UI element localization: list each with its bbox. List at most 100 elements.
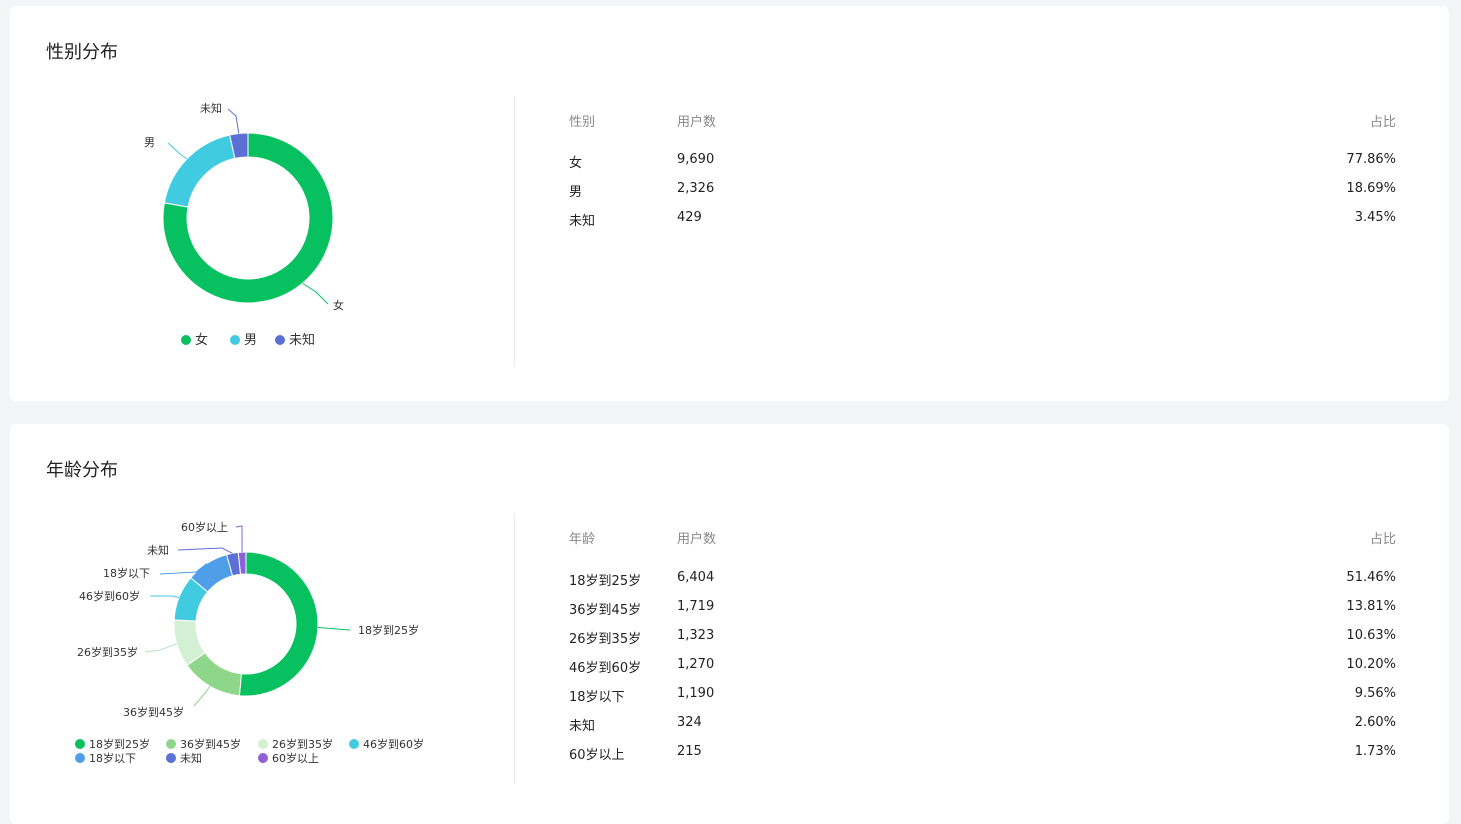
age-table: 年龄 用户数 占比 18岁到25岁 6,404 51.46% 36岁到45岁 1… [569, 528, 1396, 773]
age-table-header: 年龄 用户数 占比 [569, 528, 1396, 570]
label-line [317, 626, 351, 631]
gender-header-col3: 占比 [1369, 115, 1396, 130]
table-row: 未知 324 2.60% [569, 715, 1396, 744]
age-divider [514, 514, 515, 784]
label-line [227, 108, 240, 134]
table-row: 男 2,326 18.69% [569, 181, 1396, 210]
row-name: 未知 [569, 719, 596, 734]
row-share: 10.20% [1346, 657, 1396, 672]
age-donut-chart: 18岁到25岁36岁到45岁26岁到35岁46岁到60岁18岁以下未知60岁以上… [75, 520, 424, 765]
row-name: 36岁到45岁 [569, 603, 642, 618]
label-line [177, 547, 233, 554]
row-share: 10.63% [1346, 628, 1396, 643]
slice-label: 18岁以下 [103, 566, 150, 580]
row-users: 1,719 [677, 599, 715, 614]
legend-label: 46岁到60岁 [363, 737, 424, 751]
slice-label: 未知 [147, 543, 169, 557]
row-share: 77.86% [1346, 152, 1396, 167]
gender-table: 性别 用户数 占比 女 9,690 77.86% 男 2,326 18.69% … [569, 111, 1396, 239]
legend-item[interactable]: 18岁以下 [75, 751, 136, 765]
row-users: 6,404 [677, 570, 715, 585]
legend-dot-icon [230, 335, 240, 345]
legend-item[interactable]: 26岁到35岁 [258, 737, 333, 751]
table-row: 未知 429 3.45% [569, 210, 1396, 239]
donut-slice[interactable] [163, 134, 236, 208]
legend-label: 36岁到45岁 [180, 737, 241, 751]
label-line [193, 686, 211, 707]
label-line [144, 643, 177, 653]
row-share: 1.73% [1354, 744, 1396, 759]
legend-dot-icon [349, 739, 359, 749]
slice-label: 46岁到60岁 [79, 589, 140, 603]
table-row: 18岁以下 1,190 9.56% [569, 686, 1396, 715]
legend-item[interactable]: 男 [230, 333, 257, 348]
legend-dot-icon [181, 335, 191, 345]
legend-dot-icon [258, 753, 268, 763]
legend-item[interactable]: 60岁以上 [258, 751, 319, 765]
slice-label: 36岁到45岁 [123, 705, 184, 719]
legend-item[interactable]: 未知 [166, 751, 202, 765]
gender-header-col1: 性别 [569, 115, 596, 130]
legend-label: 男 [244, 333, 257, 348]
age-header-col1: 年龄 [569, 532, 596, 547]
slice-label: 60岁以上 [181, 520, 228, 534]
age-card: 年龄分布 18岁到25岁 36岁到45岁 26岁到35岁 46岁到60岁 18岁以下 未知… [10, 424, 1449, 824]
gender-table-header: 性别 用户数 占比 [569, 111, 1396, 152]
legend-dot-icon [166, 753, 176, 763]
legend-label: 26岁到35岁 [272, 737, 333, 751]
row-name: 26岁到35岁 [569, 632, 642, 647]
legend-label: 未知 [289, 332, 315, 348]
legend-item[interactable]: 36岁到45岁 [166, 737, 241, 751]
table-row: 女 9,690 77.86% [569, 152, 1396, 181]
row-name: 女 [569, 156, 583, 171]
row-share: 3.45% [1354, 210, 1396, 225]
donut-slice[interactable] [238, 551, 319, 697]
slice-label: 男 [144, 136, 155, 149]
slice-label: 未知 [200, 101, 222, 115]
row-name: 18岁以下 [569, 690, 625, 705]
row-name: 18岁到25岁 [569, 574, 642, 589]
row-users: 2,326 [677, 181, 715, 196]
table-row: 18岁到25岁 6,404 51.46% [569, 570, 1396, 599]
gender-divider [514, 96, 515, 366]
gender-donut-chart: 女男未知女男未知 [144, 101, 344, 348]
label-line [150, 595, 180, 598]
row-share: 2.60% [1354, 715, 1396, 730]
row-users: 9,690 [677, 152, 715, 167]
age-header-col2: 用户数 [677, 532, 717, 547]
label-line [167, 142, 188, 160]
legend-item[interactable]: 46岁到60岁 [349, 737, 424, 751]
row-users: 429 [677, 210, 702, 225]
row-users: 1,270 [677, 657, 715, 672]
row-share: 13.81% [1346, 599, 1396, 614]
table-row: 26岁到35岁 1,323 10.63% [569, 628, 1396, 657]
label-line [302, 282, 329, 305]
legend-item[interactable]: 18岁到25岁 [75, 737, 150, 751]
slice-label: 女 [333, 298, 344, 312]
age-header-col3: 占比 [1369, 532, 1396, 547]
row-name: 46岁到60岁 [569, 661, 642, 676]
legend-item[interactable]: 未知 [275, 332, 315, 348]
row-users: 215 [677, 744, 702, 759]
legend-item[interactable]: 女 [181, 332, 208, 348]
legend-dot-icon [166, 739, 176, 749]
legend-label: 60岁以上 [272, 751, 319, 765]
row-name: 未知 [569, 214, 596, 229]
gender-header-col2: 用户数 [677, 115, 717, 130]
row-users: 1,190 [677, 686, 715, 701]
row-users: 1,323 [677, 628, 715, 643]
slice-label: 26岁到35岁 [77, 645, 138, 659]
table-row: 46岁到60岁 1,270 10.20% [569, 657, 1396, 686]
legend-label: 18岁以下 [89, 751, 136, 765]
row-share: 51.46% [1346, 570, 1396, 585]
legend-dot-icon [275, 335, 285, 345]
label-line [235, 525, 243, 553]
row-share: 18.69% [1346, 181, 1396, 196]
row-name: 男 [569, 185, 583, 200]
row-name: 60岁以上 [569, 748, 625, 763]
table-row: 36岁到45岁 1,719 13.81% [569, 599, 1396, 628]
table-row: 60岁以上 215 1.73% [569, 744, 1396, 773]
legend-dot-icon [75, 753, 85, 763]
row-share: 9.56% [1354, 686, 1396, 701]
legend-dot-icon [75, 739, 85, 749]
